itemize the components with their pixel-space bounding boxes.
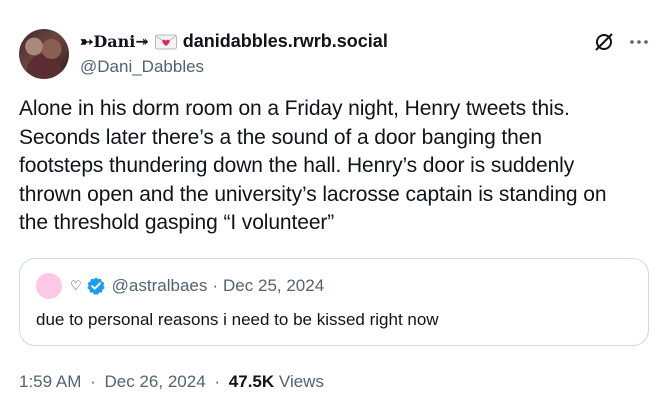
- quoted-tweet-date[interactable]: Dec 25, 2024: [223, 276, 324, 296]
- more-icon[interactable]: [628, 33, 650, 51]
- separator-dot: ·: [212, 276, 219, 295]
- tweet-card: ➳Dani↠ danidabbles.rwrb.social @Dani_Dab…: [0, 0, 669, 415]
- quoted-author-handle[interactable]: @astralbaes: [112, 276, 208, 296]
- tweet-text-line: the threshold gasping “I volunteer”: [19, 211, 335, 234]
- tweet-text-line: footsteps thundering down the hall. Henr…: [19, 154, 575, 177]
- author-avatar[interactable]: [19, 29, 69, 79]
- author-name-row[interactable]: ➳Dani↠ danidabbles.rwrb.social: [80, 31, 388, 52]
- love-letter-icon: [154, 34, 177, 49]
- author-domain-name[interactable]: danidabbles.rwrb.social: [183, 31, 388, 52]
- author-display-name[interactable]: ➳Dani↠: [80, 32, 149, 51]
- views-label: Views: [278, 372, 324, 391]
- verified-badge-icon: [86, 277, 105, 295]
- tweet-text-line: Alone in his dorm room on a Friday night…: [19, 97, 570, 120]
- separator-dot: ·: [90, 372, 96, 391]
- separator-dot: ·: [214, 372, 221, 391]
- tweet-meta: 1:59 AM · Dec 26, 2024 · 47.5K Views: [19, 372, 324, 392]
- views-count: 47.5K: [228, 372, 275, 391]
- quoted-tweet[interactable]: ♡ @astralbaes · Dec 25, 2024 due to pers…: [19, 258, 649, 346]
- tweet-text-line: thrown open and the university’s lacross…: [19, 182, 607, 206]
- quoted-tweet-header: ♡ @astralbaes · Dec 25, 2024: [70, 276, 324, 296]
- tweet-time[interactable]: 1:59 AM: [19, 372, 81, 391]
- heart-icon: ♡: [70, 278, 82, 293]
- tweet-text: Alone in his dorm room on a Friday night…: [19, 95, 659, 238]
- author-handle[interactable]: @Dani_Dabbles: [80, 57, 204, 77]
- quoted-author-avatar[interactable]: [36, 273, 62, 299]
- tweet-text-line: Seconds later there’s a the sound of a d…: [19, 125, 542, 149]
- tweet-date[interactable]: Dec 26, 2024: [105, 372, 206, 391]
- grok-icon[interactable]: [593, 31, 615, 53]
- quoted-tweet-text: due to personal reasons i need to be kis…: [36, 310, 439, 329]
